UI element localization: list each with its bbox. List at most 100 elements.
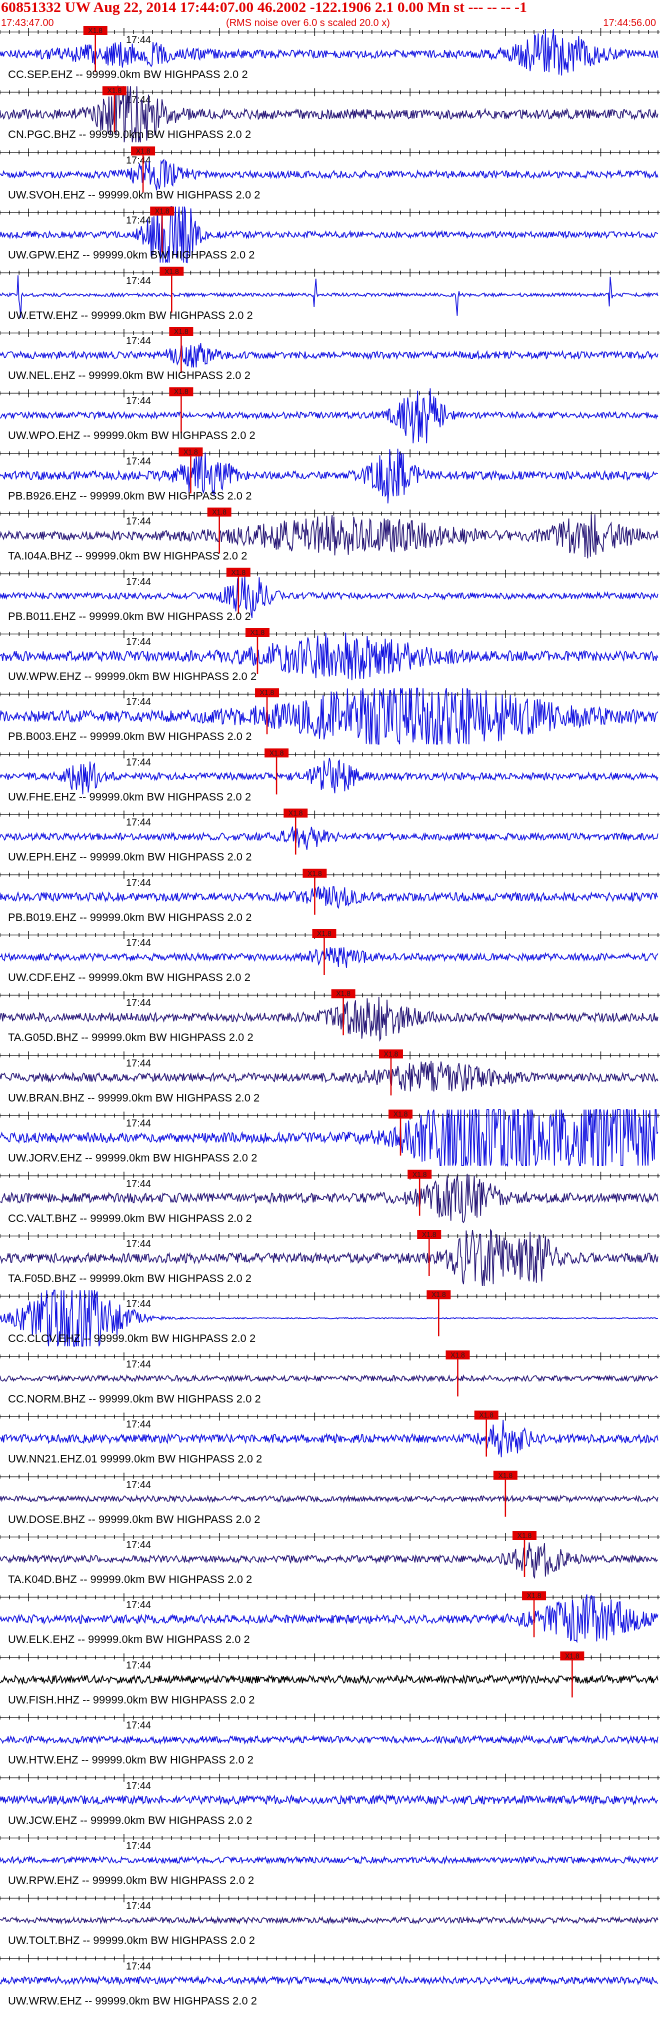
pick-label: X1.8 [174, 389, 189, 396]
trace-26: 17:44 X1.8 UW.ELK.EHZ -- 99999.0km BW HIGH… [0, 1591, 660, 1646]
station-label: UW.JCW.EHZ -- 99999.0km BW HIGHPASS 2.0 … [8, 1815, 252, 1827]
minute-mark-label: 17:44 [126, 1239, 151, 1250]
pick-label: X1.8 [451, 1352, 466, 1359]
waveform [0, 757, 659, 795]
pick-label: X1.8 [565, 1653, 580, 1660]
station-label: UW.CDF.EHZ -- 99999.0km BW HIGHPASS 2.0 … [8, 972, 250, 984]
trace-9: 17:44 X1.8 PB.B011.EHZ -- 99999.0km BW HIG… [0, 567, 660, 623]
minute-mark-label: 17:44 [126, 757, 151, 768]
trace-15: 17:44 X1.8 UW.CDF.EHZ -- 99999.0km BW HIGH… [0, 929, 660, 984]
waveform [0, 947, 659, 968]
station-label: CC.VALT.BHZ -- 99999.0km BW HIGHPASS 2.0… [8, 1213, 252, 1225]
trace-32: 17:44 UW.WRW.EHZ -- 99999.0km BW HIGHPASS… [0, 1954, 660, 2007]
pick-label: X1.8 [336, 991, 351, 998]
minute-mark-label: 17:44 [126, 878, 151, 889]
pick-label: X1.8 [527, 1593, 542, 1600]
waveform [0, 1734, 659, 1745]
minute-mark-label: 17:44 [126, 998, 151, 1009]
pick-label: X1.8 [184, 449, 199, 456]
waveform [0, 1855, 659, 1865]
station-label: UW.WPO.EHZ -- 99999.0km BW HIGHPASS 2.0 … [8, 430, 255, 442]
trace-24: 17:44 X1.8 UW.DOSE.BHZ -- 99999.0km BW HIG… [0, 1470, 660, 1526]
pick-label: X1.8 [307, 871, 322, 878]
pick-label: X1.8 [136, 148, 151, 155]
station-label: PB.B011.EHZ -- 99999.0km BW HIGHPASS 2.0… [8, 611, 251, 623]
trace-3: 17:44X1.8UW.GPW.EHZ -- 99999.0km BW HIGH… [0, 206, 660, 264]
station-label: CN.PGC.BHZ -- 99999.0km BW HIGHPASS 2.0 … [8, 129, 251, 141]
minute-mark-label: 17:44 [126, 1420, 151, 1431]
station-label: PB.B019.EHZ -- 99999.0km BW HIGHPASS 2.0… [8, 912, 252, 924]
pick-label: X1.8 [393, 1112, 408, 1119]
trace-28: 17:44 UW.HTW.EHZ -- 99999.0km BW HIGHPASS… [0, 1713, 660, 1767]
minute-mark-label: 17:44 [126, 396, 151, 407]
station-label: UW.BRAN.BHZ -- 99999.0km BW HIGHPASS 2.0… [8, 1092, 260, 1104]
pick-label: X1.8 [384, 1051, 399, 1058]
trace-16: 17:44 X1.8 TA.G05D.BHZ -- 99999.0km BW HIG… [0, 989, 660, 1044]
trace-20: 17:44 X1.8 TA.F05D.BHZ -- 99999.0km BW HIG… [0, 1228, 660, 1287]
trace-17: 17:44 X1.8 UW.BRAN.BHZ -- 99999.0km BW HIG… [0, 1049, 660, 1104]
minute-mark-label: 17:44 [126, 155, 151, 166]
station-label: UW.RPW.EHZ -- 99999.0km BW HIGHPASS 2.0 … [8, 1875, 254, 1887]
station-label: UW.JORV.EHZ -- 99999.0km BW HIGHPASS 2.0… [8, 1153, 257, 1165]
trace-2: 17:44X1.8 UW.SVOH.EHZ -- 99999.0km BW HIG… [0, 146, 660, 201]
trace-21: 17:44 X1.8 CC.CLCV.EHZ -- 99999.0km BW HIG… [0, 1289, 660, 1347]
trace-12: 17:44 X1.8 UW.FHE.EHZ -- 99999.0km BW HIGH… [0, 748, 660, 803]
pick-label: X1.8 [250, 630, 265, 637]
minute-mark-label: 17:44 [126, 1359, 151, 1370]
station-label: UW.DOSE.BHZ -- 99999.0km BW HIGHPASS 2.0… [8, 1514, 260, 1526]
trace-29: 17:44 UW.JCW.EHZ -- 99999.0km BW HIGHPASS… [0, 1773, 660, 1827]
station-label: TA.K04D.BHZ -- 99999.0km BW HIGHPASS 2.0… [8, 1574, 252, 1586]
station-label: UW.FHE.EHZ -- 99999.0km BW HIGHPASS 2.0 … [8, 791, 251, 803]
station-label: CC.CLCV.EHZ -- 99999.0km BW HIGHPASS 2.0… [8, 1333, 256, 1345]
trace-14: 17:44 X1.8 PB.B019.EHZ -- 99999.0km BW HIG… [0, 868, 660, 924]
minute-mark-label: 17:44 [126, 1540, 151, 1551]
station-label: TA.G05D.BHZ -- 99999.0km BW HIGHPASS 2.0… [8, 1032, 253, 1044]
trace-19: 17:44 X1.8 CC.VALT.BHZ -- 99999.0km BW HIG… [0, 1169, 660, 1225]
station-label: UW.NN21.EHZ.01 99999.0km BW HIGHPASS 2.0… [8, 1454, 262, 1466]
station-label: UW.TOLT.BHZ -- 99999.0km BW HIGHPASS 2.0… [8, 1935, 255, 1947]
pick-label: X1.8 [498, 1473, 513, 1480]
trace-10: 17:44 X1.8 UW.WPW.EHZ -- 99999.0km BW HIGH… [0, 628, 660, 683]
pick-label: X1.8 [155, 209, 170, 216]
pick-label: X1.8 [107, 88, 122, 95]
trace-23: 17:44 X1.8 UW.NN21.EHZ.01 99999.0km BW HIG… [0, 1410, 660, 1466]
waveform [0, 1542, 658, 1580]
pick-label: X1.8 [422, 1232, 437, 1239]
minute-mark-label: 17:44 [126, 637, 151, 648]
pick-label: X1.8 [231, 570, 246, 577]
trace-5: 17:44 X1.8 UW.NEL.EHZ -- 99999.0km BW HIGH… [0, 327, 660, 382]
waveform [0, 1975, 659, 1986]
minute-mark-label: 17:44 [126, 938, 151, 949]
minute-mark-label: 17:44 [126, 1600, 151, 1611]
trace-31: 17:44 UW.TOLT.BHZ -- 99999.0km BW HIGHPAS… [0, 1894, 660, 1947]
waveform [0, 826, 659, 850]
waveform [0, 1060, 659, 1092]
pick-label: X1.8 [431, 1292, 446, 1299]
waveform [0, 1915, 659, 1925]
minute-mark-label: 17:44 [126, 1721, 151, 1732]
station-label: PB.B926.EHZ -- 99999.0km BW HIGHPASS 2.0… [8, 490, 252, 502]
station-label: UW.WRW.EHZ -- 99999.0km BW HIGHPASS 2.0 … [8, 1995, 257, 2007]
minute-mark-label: 17:44 [126, 1480, 151, 1491]
trace-7: 17:44 X1.8 PB.B926.EHZ -- 99999.0km BW HIG… [0, 447, 660, 504]
pick-label: X1.8 [288, 811, 303, 818]
station-label: UW.GPW.EHZ -- 99999.0km BW HIGHPASS 2.0 … [8, 250, 255, 262]
minute-mark-label: 17:44 [126, 276, 151, 287]
station-label: UW.WPW.EHZ -- 99999.0km BW HIGHPASS 2.0 … [8, 671, 257, 683]
station-label: UW.FISH.HHZ -- 99999.0km BW HIGHPASS 2.0… [8, 1694, 255, 1706]
station-label: TA.I04A.BHZ -- 99999.0km BW HIGHPASS 2.0… [8, 551, 247, 563]
waveform [0, 1794, 659, 1806]
waveform [0, 343, 659, 368]
minute-mark-label: 17:44 [126, 456, 151, 467]
minute-mark-label: 17:44 [126, 336, 151, 347]
station-label: UW.ETW.EHZ -- 99999.0km BW HIGHPASS 2.0 … [8, 310, 253, 322]
station-label: UW.HTW.EHZ -- 99999.0km BW HIGHPASS 2.0 … [8, 1755, 254, 1767]
minute-mark-label: 17:44 [126, 818, 151, 829]
trace-25: 17:44 X1.8 TA.K04D.BHZ -- 99999.0km BW HIG… [0, 1531, 660, 1586]
station-label: UW.SVOH.EHZ -- 99999.0km BW HIGHPASS 2.0… [8, 189, 260, 201]
trace-30: 17:44 UW.RPW.EHZ -- 99999.0km BW HIGHPASS… [0, 1834, 660, 1887]
station-label: UW.NEL.EHZ -- 99999.0km BW HIGHPASS 2.0 … [8, 370, 250, 382]
seismogram-traces: 17:44X1.8CC.SEP.EHZ -- 99999.0km BW HIGH… [0, 26, 660, 2007]
pick-label: X1.8 [412, 1172, 427, 1179]
minute-mark-label: 17:44 [126, 697, 151, 708]
